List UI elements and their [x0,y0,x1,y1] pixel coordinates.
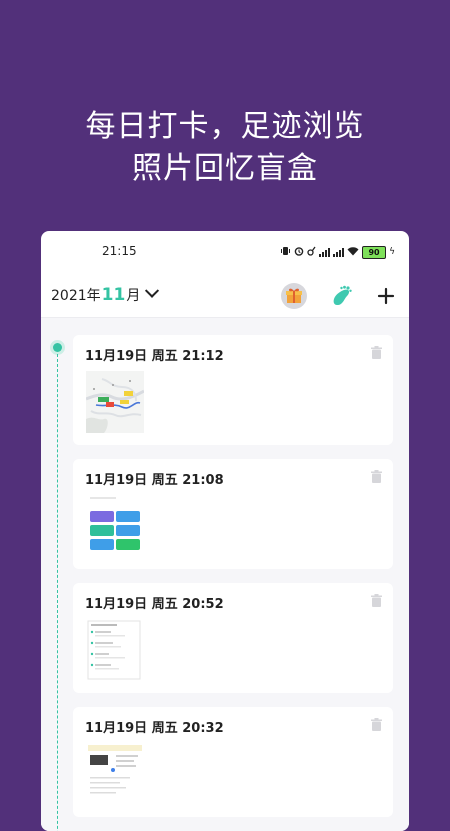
signal-1-icon [319,247,331,257]
nfc-icon [307,246,316,259]
map-thumbnail[interactable] [85,371,145,433]
entry-date: 11月19日 周五 21:08 [85,473,224,488]
month-picker-month: 11 [101,285,126,305]
battery-icon: 90 [362,245,387,259]
footprint-icon [333,285,352,305]
entry-card[interactable]: 11月19日 周五 21:08 [73,459,393,569]
app-header: 2021年 11 月 [41,275,409,318]
add-button[interactable] [373,283,399,309]
timeline[interactable]: 11月19日 周五 21:12 11月19日 周五 21:08 11月19日 周… [41,318,409,831]
tiles-thumbnail[interactable] [86,495,144,557]
status-icons: 90 ϟ [280,245,395,259]
month-picker[interactable]: 2021年 11 月 [51,283,160,309]
headline-line-1: 每日打卡，足迹浏览 [85,109,365,144]
entry-card[interactable]: 11月19日 周五 20:32 [73,707,393,817]
status-bar: 21:15 90 ϟ [41,231,409,275]
vibrate-icon [280,246,291,259]
list-thumbnail[interactable] [86,619,144,681]
month-picker-year: 2021年 [51,288,101,304]
timeline-dot [53,343,62,352]
calendar-thumbnail[interactable] [86,743,144,805]
entry-date: 11月19日 周五 21:12 [85,349,224,364]
trash-icon[interactable] [371,716,382,731]
promo-headline: 每日打卡，足迹浏览 照片回忆盲盒 [0,106,450,190]
entry-date: 11月19日 周五 20:32 [85,721,224,736]
status-time: 21:15 [102,244,137,258]
alarm-icon [294,246,304,259]
month-picker-unit: 月 [126,288,141,304]
entry-card[interactable]: 11月19日 周五 20:52 [73,583,393,693]
entry-date: 11月19日 周五 20:52 [85,597,224,612]
chevron-down-icon [145,283,160,298]
phone-screen: 21:15 90 ϟ 2021年 11 月 11月19日 周五 21:12 11… [41,231,409,831]
footprint-button[interactable] [328,283,354,309]
trash-icon[interactable] [371,468,382,483]
blind-box-button[interactable] [281,283,307,309]
plus-icon [377,287,395,305]
charging-icon: ϟ [389,247,395,257]
trash-icon[interactable] [371,592,382,607]
signal-2-icon [333,247,345,257]
headline-line-2: 照片回忆盲盒 [132,151,318,186]
entry-card[interactable]: 11月19日 周五 21:12 [73,335,393,445]
trash-icon[interactable] [371,344,382,359]
wifi-icon [347,246,359,259]
gift-box-icon [286,288,302,303]
timeline-line [57,354,58,831]
